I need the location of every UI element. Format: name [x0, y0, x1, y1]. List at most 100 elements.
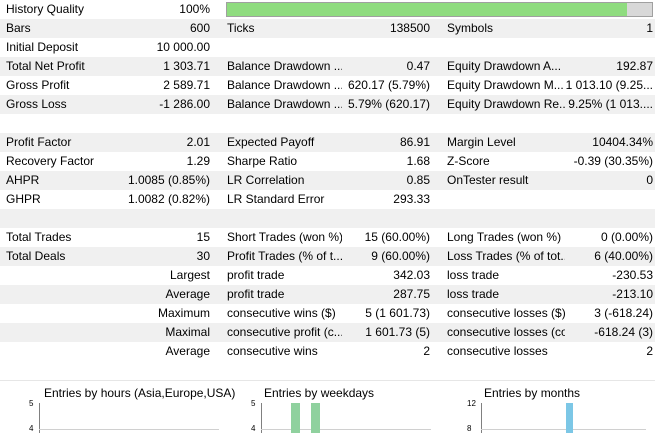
stat-label: Sharpe Ratio: [227, 154, 298, 168]
stat-value: -618.24 (3): [594, 325, 653, 339]
stat-group-label: Maximum: [157, 306, 210, 320]
stat-label: Equity Drawdown Re...: [447, 97, 565, 111]
stat-label: Profit Trades (% of t...: [227, 249, 342, 263]
chart-title: Entries by hours (Asia,Europe,USA): [44, 386, 236, 400]
stat-value: 0: [646, 173, 653, 187]
stat-value: 1.0085 (0.85%): [127, 173, 210, 187]
stat-label: Z-Score: [447, 154, 490, 168]
stat-label: consecutive losses ($): [447, 306, 565, 320]
stat-label: [227, 38, 342, 57]
stats-row: AHPR 1.0085 (0.85%) LR Correlation 0.85 OnTe…: [0, 171, 655, 190]
stats-row: Gross Profit 2 589.71 Balance Drawdown ...…: [0, 76, 655, 95]
stat-value: 1 013.10 (9.25...: [565, 78, 653, 92]
y-tick-label: 5: [251, 399, 256, 408]
stat-label: profit trade: [227, 287, 285, 301]
stat-label: Expected Payoff: [227, 135, 315, 149]
stat-label: [447, 38, 565, 57]
stat-value: 600: [189, 21, 210, 35]
chart-bar: [311, 403, 320, 433]
stat-value: 0 (0.00%): [600, 230, 653, 244]
stat-value: 287.75: [393, 287, 430, 301]
stat-label: consecutive losses (co...: [447, 325, 565, 339]
stat-value: 2: [423, 344, 430, 358]
stat-label: Short Trades (won %): [227, 230, 342, 244]
stat-label: Long Trades (won %): [447, 230, 562, 244]
stats-row: Profit Factor 2.01 Expected Payoff 86.91 Mar…: [0, 133, 655, 152]
stat-value: 1: [646, 21, 653, 35]
stat-value: 9.25% (1 013....: [568, 97, 653, 111]
stat-value: -0.39 (30.35%): [573, 154, 653, 168]
stat-value: 1.0082 (0.82%): [127, 192, 210, 206]
history-quality-value: 100%: [179, 2, 210, 16]
stat-value: 342.03: [393, 268, 430, 282]
stats-row: Maximum consecutive wins ($) 5 (1 601.73) c…: [0, 304, 655, 323]
stat-value: 0.47: [406, 59, 430, 73]
gridline: [481, 429, 646, 430]
stats-row: Bars 600 Ticks 138500 Symbols 1: [0, 19, 655, 38]
chart-entries-by-hours: Entries by hours (Asia,Europe,USA) 5 4: [0, 381, 235, 433]
stat-value: 15 (60.00%): [364, 230, 430, 244]
stats-row: Recovery Factor 1.29 Sharpe Ratio 1.68 Z-Sco…: [0, 152, 655, 171]
stats-row: Average consecutive wins 2 consecutive loss…: [0, 342, 655, 361]
stat-value: 5.79% (620.17): [347, 97, 430, 111]
stat-label: consecutive wins: [227, 344, 318, 358]
spacer-row: [0, 114, 655, 133]
stat-value: 2.01: [186, 135, 210, 149]
stat-group-label: Average: [165, 287, 210, 301]
stat-label: Margin Level: [447, 135, 516, 149]
stat-label: consecutive profit (c...: [227, 325, 342, 339]
stat-label: [447, 190, 565, 209]
stat-label: Equity Drawdown A...: [447, 59, 562, 73]
stat-group-label: Largest: [169, 268, 210, 282]
gridline: [261, 429, 431, 430]
stat-value: 6 (40.00%): [594, 249, 653, 263]
chart-entries-by-weekdays: Entries by weekdays 5 4: [226, 381, 441, 433]
stat-value: 293.33: [393, 192, 430, 206]
stats-row: Gross Loss -1 286.00 Balance Drawdown ... 5…: [0, 95, 655, 114]
stat-value: 86.91: [399, 135, 430, 149]
stats-row: Total Trades 15 Short Trades (won %) 15 (60…: [0, 228, 655, 247]
stat-label: loss trade: [447, 268, 500, 282]
stat-value: 2: [646, 344, 653, 358]
stat-value: [565, 190, 653, 209]
stat-value: 1.68: [406, 154, 430, 168]
chart-title: Entries by weekdays: [264, 386, 375, 400]
stat-value: 138500: [389, 21, 430, 35]
stats-row: Average profit trade 287.75 loss trade -213.…: [0, 285, 655, 304]
stats-row: Total Deals 30 Profit Trades (% of t... 9 (…: [0, 247, 655, 266]
stat-value: 5 (1 601.73): [365, 306, 430, 320]
report-table: History Quality 100% Bars 600 Ticks 138500 Sym…: [0, 0, 655, 361]
stat-label: OnTester result: [447, 173, 529, 187]
chart-title: Entries by months: [484, 386, 581, 400]
stat-label: consecutive wins ($): [227, 306, 336, 320]
stat-value: 3 (-618.24): [594, 306, 653, 320]
history-quality-row: History Quality 100%: [0, 0, 655, 19]
history-quality-bar: [226, 2, 653, 17]
stat-label: Balance Drawdown ...: [227, 97, 342, 111]
stat-label: LR Correlation: [227, 173, 305, 187]
stat-value: 10404.34%: [592, 135, 653, 149]
stat-value: -230.53: [612, 268, 653, 282]
stat-label: Ticks: [227, 21, 255, 35]
stats-row: Total Net Profit 1 303.71 Balance Drawdown…: [0, 57, 655, 76]
stat-label: Balance Drawdown ...: [227, 59, 342, 73]
y-tick-label: 12: [467, 399, 476, 408]
gridline: [39, 429, 219, 430]
stat-value: 1.29: [186, 154, 210, 168]
stat-label: Balance Drawdown ...: [227, 78, 342, 92]
spacer-row: [0, 209, 655, 228]
stat-value: 1 303.71: [163, 59, 210, 73]
stat-label: consecutive losses: [447, 344, 548, 358]
stat-value: 15: [196, 230, 210, 244]
stat-value: 620.17 (5.79%): [347, 78, 430, 92]
stat-value: [565, 38, 653, 57]
chart-entries-by-months: Entries by months 12 8: [442, 381, 655, 433]
stat-value: -213.10: [612, 287, 653, 301]
stat-group-label: Average: [165, 344, 210, 358]
stat-value: 0.85: [406, 173, 430, 187]
stat-value: 2 589.71: [163, 78, 210, 92]
chart-bar: [291, 403, 300, 433]
stat-value: 9 (60.00%): [371, 249, 430, 263]
stat-group-label: Maximal: [165, 325, 210, 339]
stats-row: Initial Deposit 10 000.00: [0, 38, 655, 57]
